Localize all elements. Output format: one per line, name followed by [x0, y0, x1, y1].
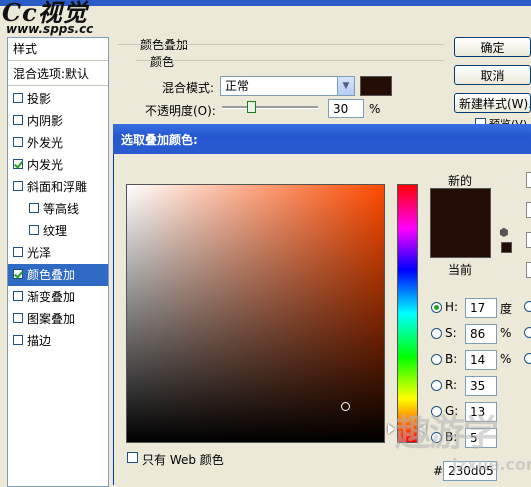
style-item[interactable]: 渐变叠加 — [8, 286, 108, 308]
field-radio-b[interactable] — [431, 354, 442, 365]
style-item-checkbox[interactable] — [13, 291, 23, 301]
field-input-b[interactable]: 14 — [465, 350, 497, 370]
opacity-slider-track[interactable] — [222, 106, 318, 109]
style-item-checkbox[interactable] — [13, 313, 23, 323]
style-item-label: 渐变叠加 — [27, 290, 76, 304]
blend-options-item[interactable]: 混合选项:默认 — [8, 63, 108, 86]
style-item-checkbox[interactable] — [13, 115, 23, 125]
add-swatches-button-edge[interactable] — [526, 172, 531, 188]
cancel-button[interactable]: 取消 — [454, 65, 531, 85]
style-item[interactable]: 外发光 — [8, 132, 108, 154]
style-item-checkbox[interactable] — [13, 93, 23, 103]
ok-button[interactable]: 确定 — [454, 37, 531, 57]
current-color-label: 当前 — [448, 263, 473, 277]
field-radio-r[interactable] — [431, 380, 442, 391]
style-item-checkbox[interactable] — [13, 137, 23, 147]
opacity-slider-thumb[interactable] — [246, 101, 256, 113]
style-item-checkbox[interactable] — [29, 225, 39, 235]
web-colors-only-label: 只有 Web 颜色 — [142, 453, 224, 467]
hue-slider-left-arrow-icon[interactable] — [388, 424, 395, 434]
style-item[interactable]: 投影 — [8, 88, 108, 110]
opacity-input[interactable]: 30 — [328, 99, 364, 118]
preview-label: 预览(V) — [489, 116, 531, 124]
field-input-h[interactable]: 17 — [465, 298, 497, 318]
style-item-checkbox[interactable] — [13, 335, 23, 345]
subgroup-title-color: 颜色 — [150, 55, 175, 69]
style-item[interactable]: 描边 — [8, 330, 108, 352]
field-unit-b: % — [500, 352, 512, 366]
style-item[interactable]: 光泽 — [8, 242, 108, 264]
overlay-color-swatch[interactable] — [360, 76, 392, 96]
style-item[interactable]: 纹理 — [8, 220, 108, 242]
new-color-label: 新的 — [448, 174, 473, 188]
opacity-label: 不透明度(O): — [145, 104, 216, 118]
picker-button-edge-2[interactable] — [526, 262, 531, 278]
web-safe-swatch[interactable] — [501, 242, 512, 253]
subgroup-divider — [136, 60, 444, 61]
field-radio-h[interactable] — [431, 302, 442, 313]
color-field-picker-circle[interactable] — [341, 402, 350, 411]
field-radio-s[interactable] — [431, 328, 442, 339]
field-input-r[interactable]: 35 — [465, 376, 497, 396]
blend-mode-label: 混合模式: — [162, 81, 215, 95]
picker-button-edge[interactable] — [526, 232, 531, 248]
new-style-button[interactable]: 新建样式(W)... — [454, 93, 531, 113]
field-unit-h: 度 — [500, 302, 513, 316]
field-label-s: S: — [445, 326, 457, 340]
color-libraries-button-edge[interactable] — [526, 202, 531, 218]
field-label-r: R: — [445, 378, 458, 392]
style-item-label: 描边 — [27, 334, 52, 348]
chevron-down-icon[interactable]: ▼ — [337, 77, 354, 95]
style-item-label: 内发光 — [27, 158, 64, 172]
style-item-checkbox[interactable] — [29, 203, 39, 213]
style-item-checkbox[interactable] — [13, 247, 23, 257]
style-item-label: 光泽 — [27, 246, 52, 260]
color-picker-title: 选取叠加颜色: — [121, 133, 198, 147]
watermark-bottom-url: jzxue.com — [452, 455, 531, 474]
style-item-label: 颜色叠加 — [27, 268, 76, 282]
style-list: 样式 混合选项:默认 投影内阴影外发光内发光斜面和浮雕等高线纹理光泽颜色叠加渐变… — [7, 37, 109, 487]
field-label-h: H: — [445, 300, 459, 314]
style-item-checkbox[interactable] — [13, 159, 23, 169]
style-item-label: 外发光 — [27, 136, 64, 150]
new-color-swatch — [430, 188, 491, 258]
opacity-unit: % — [369, 102, 381, 116]
web-colors-only-checkbox[interactable] — [127, 452, 138, 463]
style-item[interactable]: 斜面和浮雕 — [8, 176, 108, 198]
lab-l-radio[interactable] — [524, 301, 531, 312]
field-label-b: B: — [445, 352, 458, 366]
style-item-label: 图案叠加 — [27, 312, 76, 326]
watermark-bottom-logo: 趣游学 — [395, 413, 499, 454]
lab-a-radio[interactable] — [524, 327, 531, 338]
style-item-checkbox[interactable] — [13, 269, 23, 279]
style-item[interactable]: 内发光 — [8, 154, 108, 176]
hex-prefix: # — [433, 464, 444, 478]
style-item-label: 纹理 — [43, 224, 68, 238]
style-item-label: 内阴影 — [27, 114, 64, 128]
style-item-label: 等高线 — [43, 202, 80, 216]
style-item[interactable]: 图案叠加 — [8, 308, 108, 330]
style-item-checkbox[interactable] — [13, 181, 23, 191]
group-divider — [118, 44, 444, 45]
blend-mode-select[interactable]: 正常 ▼ — [220, 76, 355, 96]
style-item[interactable]: 等高线 — [8, 198, 108, 220]
style-item-label: 斜面和浮雕 — [27, 180, 88, 194]
style-list-header[interactable]: 样式 — [8, 38, 108, 61]
watermark-url: www.spps.cc — [6, 22, 94, 36]
style-item[interactable]: 内阴影 — [8, 110, 108, 132]
field-unit-s: % — [500, 326, 512, 340]
field-input-s[interactable]: 86 — [465, 324, 497, 344]
style-item-label: 投影 — [27, 92, 52, 106]
style-item[interactable]: 颜色叠加 — [8, 264, 108, 286]
lab-b-radio[interactable] — [524, 353, 531, 364]
cube-icon[interactable]: ⬢ — [499, 226, 509, 239]
